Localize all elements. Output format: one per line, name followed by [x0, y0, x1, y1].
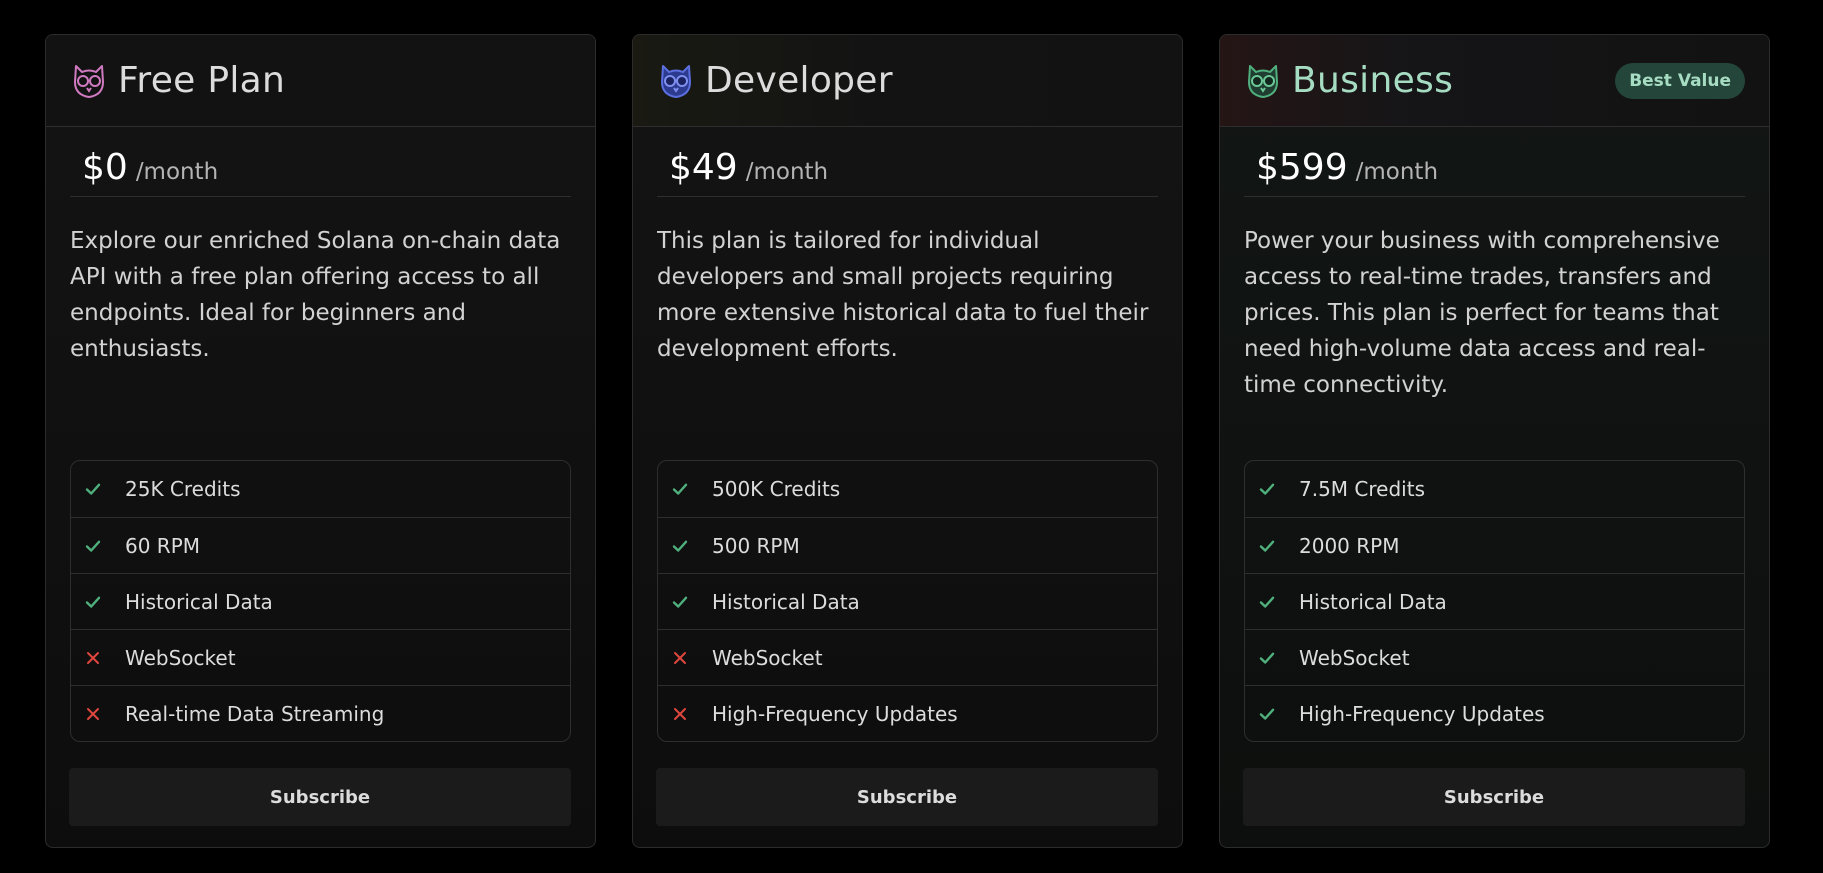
check-icon: [1257, 592, 1277, 612]
list-item: 500 RPM: [658, 517, 1157, 573]
feature-label: Historical Data: [1299, 589, 1447, 614]
list-item: Historical Data: [71, 573, 570, 629]
feature-list: 7.5M Credits 2000 RPM Historical Data We…: [1244, 460, 1745, 742]
check-icon: [670, 479, 690, 499]
plan-name: Free Plan: [118, 60, 286, 101]
list-item: WebSocket: [658, 629, 1157, 685]
cross-icon: [83, 704, 103, 724]
cross-icon: [83, 648, 103, 668]
cross-icon: [670, 648, 690, 668]
plan-header: Business Best Value: [1220, 35, 1769, 127]
feature-label: 25K Credits: [125, 477, 241, 501]
feature-label: WebSocket: [125, 645, 236, 670]
plan-description: Explore our enriched Solana on-chain dat…: [70, 228, 561, 362]
feature-label: WebSocket: [1299, 645, 1410, 670]
feature-label: 500 RPM: [712, 533, 800, 558]
check-icon: [83, 536, 103, 556]
plan-header: Free Plan: [46, 35, 595, 127]
plan-name: Developer: [705, 60, 893, 101]
list-item: High-Frequency Updates: [658, 685, 1157, 741]
check-icon: [670, 536, 690, 556]
owl-logo-blue-icon: [661, 64, 691, 98]
plan-header: Developer: [633, 35, 1182, 127]
price-period: /month: [745, 159, 829, 185]
feature-list: 25K Credits 60 RPM Historical Data WebSo…: [70, 460, 571, 742]
subscribe-button[interactable]: Subscribe: [69, 768, 571, 826]
feature-label: 7.5M Credits: [1299, 477, 1425, 501]
price-period: /month: [135, 159, 219, 185]
check-icon: [83, 592, 103, 612]
price-row: $49 /month: [657, 147, 1158, 197]
list-item: 500K Credits: [658, 461, 1157, 517]
check-icon: [1257, 704, 1277, 724]
feature-label: Historical Data: [712, 589, 860, 614]
list-item: High-Frequency Updates: [1245, 685, 1744, 741]
plan-price: $0: [82, 147, 128, 188]
feature-list: 500K Credits 500 RPM Historical Data Web…: [657, 460, 1158, 742]
list-item: 60 RPM: [71, 517, 570, 573]
plan-name: Business: [1292, 60, 1454, 101]
price-period: /month: [1355, 159, 1439, 185]
list-item: WebSocket: [1245, 629, 1744, 685]
plan-price: $599: [1256, 147, 1348, 188]
owl-logo-pink-icon: [74, 64, 104, 98]
check-icon: [670, 592, 690, 612]
list-item: Real-time Data Streaming: [71, 685, 570, 741]
feature-label: 2000 RPM: [1299, 533, 1400, 558]
check-icon: [1257, 479, 1277, 499]
list-item: WebSocket: [71, 629, 570, 685]
plan-price: $49: [669, 147, 738, 188]
check-icon: [1257, 536, 1277, 556]
feature-label: Real-time Data Streaming: [125, 701, 385, 726]
pricing-cards: Free Plan $0 /month Explore our enriched…: [45, 34, 1770, 848]
feature-label: High-Frequency Updates: [712, 701, 958, 726]
plan-card-free: Free Plan $0 /month Explore our enriched…: [45, 34, 596, 848]
plan-description: This plan is tailored for individual dev…: [657, 228, 1149, 362]
list-item: Historical Data: [1245, 573, 1744, 629]
feature-label: Historical Data: [125, 589, 273, 614]
subscribe-button[interactable]: Subscribe: [1243, 768, 1745, 826]
feature-label: High-Frequency Updates: [1299, 701, 1545, 726]
best-value-badge: Best Value: [1615, 63, 1745, 99]
list-item: Historical Data: [658, 573, 1157, 629]
subscribe-button[interactable]: Subscribe: [656, 768, 1158, 826]
price-row: $0 /month: [70, 147, 571, 197]
owl-logo-green-icon: [1248, 64, 1278, 98]
feature-label: 500K Credits: [712, 477, 841, 501]
cross-icon: [670, 704, 690, 724]
check-icon: [83, 479, 103, 499]
plan-card-developer: Developer $49 /month This plan is tailor…: [632, 34, 1183, 848]
feature-label: 60 RPM: [125, 533, 201, 558]
price-row: $599 /month: [1244, 147, 1745, 197]
list-item: 2000 RPM: [1245, 517, 1744, 573]
plan-description: Power your business with comprehensive a…: [1244, 228, 1720, 398]
feature-label: WebSocket: [712, 645, 823, 670]
plan-card-business: Business Best Value $599 /month Power yo…: [1219, 34, 1770, 848]
list-item: 7.5M Credits: [1245, 461, 1744, 517]
list-item: 25K Credits: [71, 461, 570, 517]
check-icon: [1257, 648, 1277, 668]
